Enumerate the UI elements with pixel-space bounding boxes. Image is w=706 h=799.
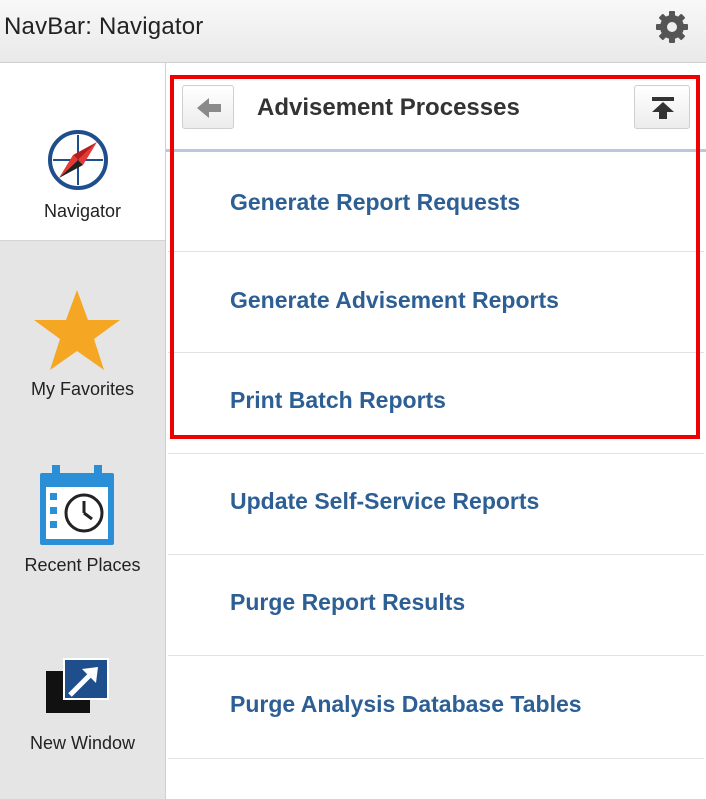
calendar-clock-icon [40, 465, 114, 545]
navbar-title: NavBar: Navigator [4, 13, 204, 40]
panel-title: Advisement Processes [257, 94, 520, 121]
sidebar-item-label: My Favorites [30, 379, 135, 399]
panel-header: Advisement Processes [166, 63, 706, 152]
star-icon [34, 290, 120, 370]
menu-item-link[interactable]: Generate Advisement Reports [230, 287, 559, 314]
sidebar-item-label: Navigator [43, 201, 122, 221]
sidebar-item-navigator[interactable]: Navigator [0, 63, 165, 241]
menu-item-purge-report-results[interactable]: Purge Report Results [168, 555, 704, 656]
sidebar-item-label: Recent Places [24, 555, 141, 575]
sidebar: Navigator My Favorites Recent Places New… [0, 63, 166, 799]
menu-item-link[interactable]: Update Self-Service Reports [230, 488, 539, 515]
menu-item-link[interactable]: Print Batch Reports [230, 387, 446, 414]
arrow-left-icon [197, 98, 221, 118]
navbar-header: NavBar: Navigator [0, 0, 706, 63]
back-button[interactable] [182, 85, 234, 129]
menu-item-update-self-service-reports[interactable]: Update Self-Service Reports [168, 454, 704, 555]
sidebar-item-recent-places[interactable]: Recent Places [0, 411, 165, 589]
menu-item-generate-advisement-reports[interactable]: Generate Advisement Reports [168, 252, 704, 353]
scroll-to-top-button[interactable] [634, 85, 690, 129]
menu-item-generate-report-requests[interactable]: Generate Report Requests [168, 152, 704, 252]
arrow-to-top-icon [652, 97, 674, 119]
sidebar-item-new-window[interactable]: New Window [0, 589, 165, 799]
sidebar-item-my-favorites[interactable]: My Favorites [0, 241, 165, 411]
navigator-panel: Advisement Processes Generate Report Req… [166, 63, 706, 799]
compass-icon [48, 130, 108, 190]
menu-item-link[interactable]: Purge Report Results [230, 589, 465, 616]
menu-item-print-batch-reports[interactable]: Print Batch Reports [168, 353, 704, 454]
sidebar-item-label: New Window [29, 733, 136, 753]
menu-item-link[interactable]: Generate Report Requests [230, 189, 520, 216]
menu-item-purge-analysis-database-tables[interactable]: Purge Analysis Database Tables [168, 656, 704, 759]
gear-icon[interactable] [653, 8, 691, 46]
new-window-icon [46, 658, 109, 713]
menu-item-link[interactable]: Purge Analysis Database Tables [230, 691, 582, 718]
